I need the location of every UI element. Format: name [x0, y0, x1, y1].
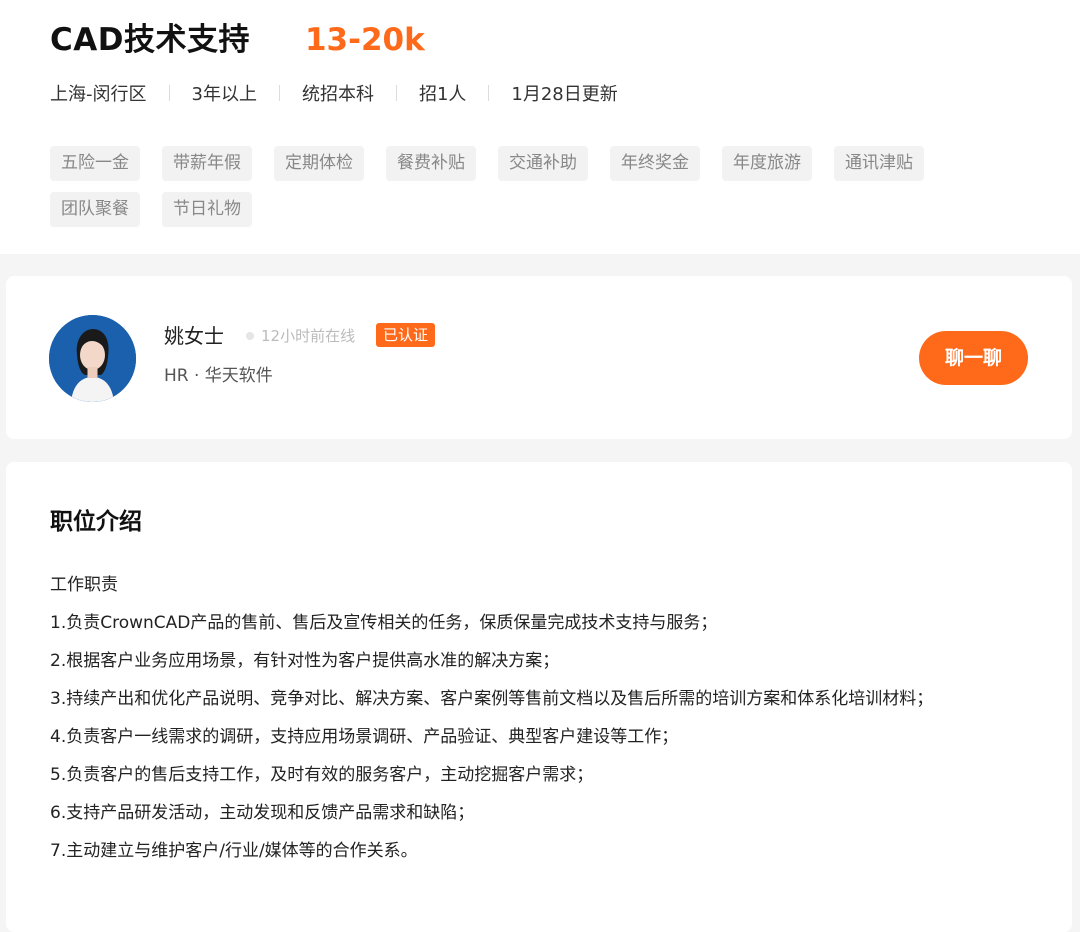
benefit-tag: 五险一金: [50, 146, 140, 181]
hr-company: HR · 华天软件: [164, 366, 273, 386]
meta-divider: [395, 85, 397, 101]
benefit-tag: 餐费补贴: [386, 146, 476, 181]
avatar-portrait-icon: [49, 315, 136, 402]
benefit-tag: 年度旅游: [722, 146, 812, 181]
meta-divider: [278, 85, 280, 101]
description-line: 5.负责客户的售后支持工作，及时有效的服务客户，主动挖掘客户需求；: [50, 765, 594, 785]
benefit-tags: 五险一金 带薪年假 定期体检 餐费补贴 交通补助 年终奖金 年度旅游 通讯津贴 …: [50, 146, 1010, 238]
meta-divider: [168, 85, 170, 101]
salary: 13-20k: [304, 22, 425, 58]
description-line: 7.主动建立与维护客户/行业/媒体等的合作关系。: [50, 841, 418, 861]
benefit-tag: 带薪年假: [162, 146, 252, 181]
avatar[interactable]: [49, 315, 136, 402]
meta-education: 统招本科: [301, 84, 374, 105]
verified-badge: 已认证: [376, 323, 436, 347]
description-line: 3.持续产出和优化产品说明、竞争对比、解决方案、客户案例等售前文档以及售后所需的…: [50, 689, 934, 709]
job-description-card: 职位介绍 工作职责 1.负责CrownCAD产品的售前、售后及宣传相关的任务，保…: [6, 462, 1072, 932]
meta-updated: 1月28日更新: [511, 84, 618, 105]
benefit-tag: 定期体检: [274, 146, 364, 181]
description-line: 1.负责CrownCAD产品的售前、售后及宣传相关的任务，保质保量完成技术支持与…: [50, 613, 718, 633]
hr-name: 姚女士: [164, 324, 224, 348]
chat-button[interactable]: 聊一聊: [919, 331, 1028, 385]
meta-divider: [488, 85, 490, 101]
meta-headcount: 招1人: [418, 84, 467, 105]
hr-card: 姚女士 12小时前在线 已认证 HR · 华天软件 聊一聊: [6, 276, 1072, 439]
benefit-tag: 年终奖金: [610, 146, 700, 181]
description-line: 6.支持产品研发活动，主动发现和反馈产品需求和缺陷；: [50, 803, 475, 823]
benefit-tag: 交通补助: [498, 146, 588, 181]
job-header: CAD技术支持 13-20k 上海-闵行区 3年以上 统招本科 招1人 1月28…: [0, 0, 1080, 254]
description-line: 4.负责客户一线需求的调研，支持应用场景调研、产品验证、典型客户建设等工作；: [50, 727, 679, 747]
online-status: 12小时前在线: [261, 327, 356, 345]
job-meta: 上海-闵行区 3年以上 统招本科 招1人 1月28日更新: [50, 80, 618, 106]
job-title: CAD技术支持: [50, 22, 250, 58]
meta-experience: 3年以上: [191, 84, 257, 105]
benefit-tag: 团队聚餐: [50, 192, 140, 227]
description-body: 工作职责 1.负责CrownCAD产品的售前、售后及宣传相关的任务，保质保量完成…: [50, 566, 1010, 870]
online-status-dot-icon: [246, 332, 254, 340]
description-heading: 工作职责: [50, 575, 118, 595]
benefit-tag: 节日礼物: [162, 192, 252, 227]
benefit-tag: 通讯津贴: [834, 146, 924, 181]
description-line: 2.根据客户业务应用场景，有针对性为客户提供高水准的解决方案；: [50, 651, 560, 671]
section-title: 职位介绍: [50, 509, 142, 535]
title-row: CAD技术支持 13-20k: [50, 14, 425, 59]
meta-location: 上海-闵行区: [50, 84, 147, 105]
